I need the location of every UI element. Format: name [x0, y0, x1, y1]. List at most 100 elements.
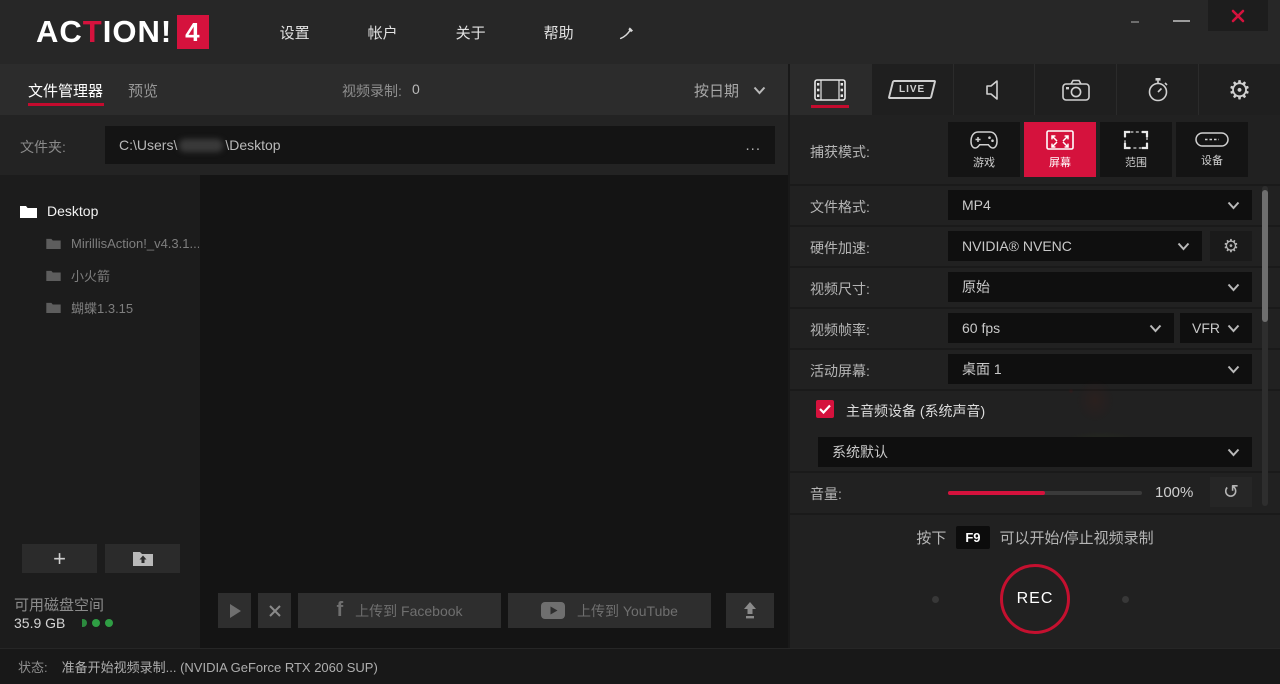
youtube-icon: [541, 602, 565, 619]
live-icon: LIVE: [888, 80, 937, 99]
settings-tabs: LIVE ⚙: [790, 64, 1280, 115]
chevron-down-icon: [1177, 242, 1190, 251]
capture-mode-region[interactable]: 范围: [1100, 122, 1172, 177]
gamepad-icon: [969, 129, 999, 151]
capture-device-icon: [1194, 131, 1230, 149]
status-prefix: 状态:: [18, 657, 48, 676]
framerate-mode-dropdown[interactable]: VFR: [1180, 313, 1252, 343]
logo-version-badge: 4: [177, 15, 208, 49]
folder-row: 文件夹: C:\Users\ \Desktop ...: [0, 115, 788, 175]
titlebar: ACTION! 4 设置 帐户 关于 帮助: [0, 0, 1280, 64]
screen-capture-icon: [1044, 129, 1076, 151]
tab-video-recording[interactable]: [790, 64, 872, 115]
capture-mode-device[interactable]: 设备: [1176, 122, 1248, 177]
chevron-down-icon: [1149, 324, 1162, 333]
pen-tool-icon[interactable]: [609, 13, 647, 51]
active-screen-dropdown[interactable]: 桌面 1: [948, 354, 1252, 384]
chevron-down-icon: [1227, 324, 1240, 333]
separator: [790, 225, 1280, 227]
close-button[interactable]: [1208, 0, 1268, 31]
play-icon: [229, 604, 241, 618]
folder-icon: [46, 270, 61, 281]
menu-item-account[interactable]: 帐户: [339, 12, 427, 53]
framerate-dropdown[interactable]: 60 fps: [948, 313, 1174, 343]
chevron-down-icon: [1227, 201, 1240, 210]
camera-icon: [1062, 79, 1090, 101]
volume-slider[interactable]: [948, 491, 1142, 495]
add-folder-button[interactable]: +: [22, 544, 97, 573]
minimize-button[interactable]: [1173, 20, 1190, 22]
separator: [790, 307, 1280, 309]
close-icon: [1230, 8, 1246, 24]
upload-button[interactable]: [726, 593, 774, 628]
tab-screenshot[interactable]: [1035, 64, 1117, 115]
tab-file-manager[interactable]: 文件管理器: [28, 80, 103, 101]
import-folder-button[interactable]: [105, 544, 180, 573]
framerate-label: 视频帧率:: [810, 320, 870, 340]
tab-settings[interactable]: ⚙: [1199, 64, 1280, 115]
logo-part1: AC: [36, 14, 83, 50]
primary-audio-checkbox[interactable]: [816, 400, 834, 418]
settings-scrollbar[interactable]: [1262, 186, 1268, 506]
rec-button[interactable]: REC: [1000, 564, 1070, 634]
chevron-down-icon: [1227, 365, 1240, 374]
app-logo: ACTION! 4: [36, 14, 209, 50]
logo-part2: ION!: [103, 14, 172, 50]
video-size-dropdown[interactable]: 原始: [948, 272, 1252, 302]
chevron-down-icon: [1227, 448, 1240, 457]
capture-mode-label: 捕获模式:: [810, 142, 870, 162]
disk-status-dots-icon: [82, 619, 113, 627]
stopwatch-icon: [1146, 77, 1170, 103]
tab-audio-recording[interactable]: [954, 64, 1036, 115]
tree-item-folder[interactable]: MirillisAction!_v4.3.1...: [46, 229, 199, 257]
play-button[interactable]: [218, 593, 251, 628]
main-menu: 设置 帐户 关于 帮助: [251, 12, 603, 53]
video-records-count: 0: [412, 81, 420, 97]
status-text: 准备开始视频录制... (NVIDIA GeForce RTX 2060 SUP…: [62, 657, 378, 676]
folder-icon: [46, 302, 61, 313]
disk-space-label: 可用磁盘空间: [14, 594, 104, 615]
browse-folder-button[interactable]: ...: [745, 137, 761, 154]
video-records-label: 视频录制:: [342, 81, 402, 101]
folder-upload-icon: [133, 551, 153, 566]
sort-dropdown[interactable]: 按日期: [694, 80, 766, 101]
hotkey-hint: 按下 F9 可以开始/停止视频录制: [790, 526, 1280, 549]
hw-accel-dropdown[interactable]: NVIDIA® NVENC: [948, 231, 1202, 261]
close-x-icon: [268, 604, 282, 618]
menu-item-about[interactable]: 关于: [427, 12, 515, 53]
active-tab-indicator: [811, 105, 849, 108]
file-format-dropdown[interactable]: MP4: [948, 190, 1252, 220]
active-screen-label: 活动屏幕:: [810, 361, 870, 381]
filmstrip-icon: [814, 79, 846, 101]
decorative-dot: [1122, 596, 1129, 603]
chevron-down-icon: [1227, 283, 1240, 292]
hotkey-key-badge: F9: [956, 526, 989, 549]
capture-mode-game[interactable]: 游戏: [948, 122, 1020, 177]
file-manager-body: Desktop MirillisAction!_v4.3.1... 小火箭 蝴蝶…: [0, 175, 788, 648]
menu-item-help[interactable]: 帮助: [515, 12, 603, 53]
tab-live-streaming[interactable]: LIVE: [872, 64, 954, 115]
tree-item-desktop[interactable]: Desktop: [20, 197, 98, 225]
tab-preview[interactable]: 预览: [128, 80, 158, 101]
check-icon: [819, 404, 831, 414]
file-list-area[interactable]: f 上传到 Facebook 上传到 YouTube: [200, 175, 788, 648]
capture-mode-screen[interactable]: 屏幕: [1024, 122, 1096, 177]
folder-tree: Desktop MirillisAction!_v4.3.1... 小火箭 蝴蝶…: [0, 175, 200, 648]
menu-item-settings[interactable]: 设置: [251, 12, 339, 53]
speaker-icon: [982, 78, 1006, 102]
tree-item-folder[interactable]: 小火箭: [46, 261, 110, 289]
tab-benchmark-timer[interactable]: [1117, 64, 1199, 115]
upload-facebook-button[interactable]: f 上传到 Facebook: [298, 593, 501, 628]
recording-settings-panel: LIVE ⚙ 捕获模式: 游戏 屏幕 范围: [790, 64, 1280, 648]
hw-accel-settings-button[interactable]: ⚙: [1210, 231, 1252, 261]
tray-minimize-icon[interactable]: [1131, 21, 1139, 23]
file-manager-header: 文件管理器 预览 视频录制: 0 按日期: [0, 64, 788, 115]
audio-device-dropdown[interactable]: 系统默认: [818, 437, 1252, 467]
tree-item-folder[interactable]: 蝴蝶1.3.15: [46, 293, 133, 321]
volume-reset-button[interactable]: ↺: [1210, 477, 1252, 507]
scrollbar-thumb[interactable]: [1262, 190, 1268, 322]
folder-path-input[interactable]: C:\Users\ \Desktop ...: [105, 126, 775, 164]
volume-label: 音量:: [810, 484, 842, 504]
delete-button[interactable]: [258, 593, 291, 628]
upload-youtube-button[interactable]: 上传到 YouTube: [508, 593, 711, 628]
